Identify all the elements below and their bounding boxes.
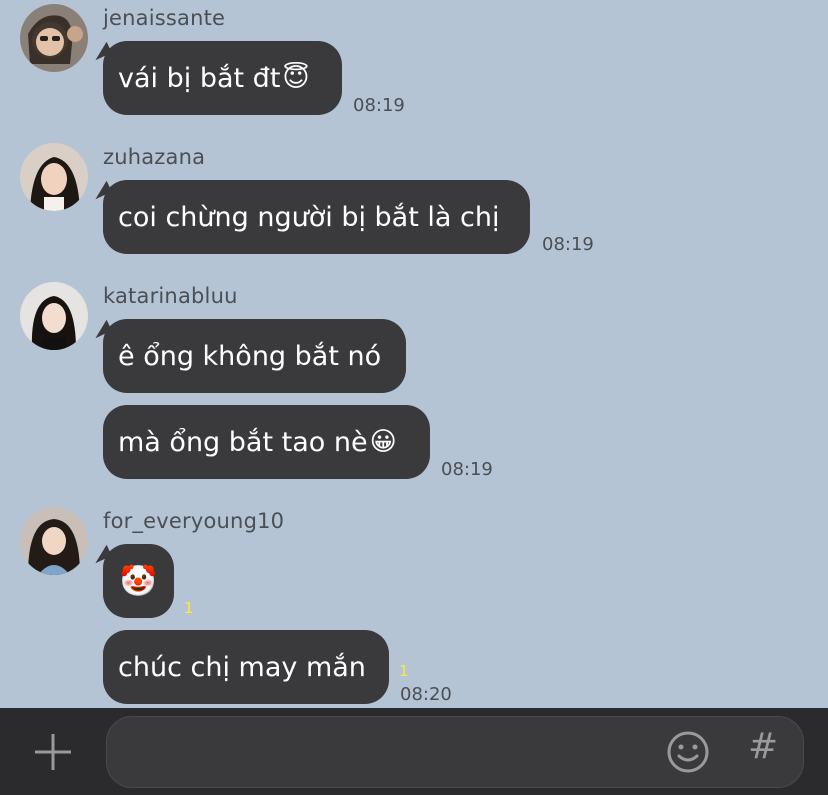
message-text: ê ổng không bắt nó bbox=[118, 340, 382, 372]
emoji-clown: 🤡 bbox=[119, 563, 158, 599]
avatar-jenaissante[interactable] bbox=[20, 4, 88, 72]
emoji-halo: 😇 bbox=[282, 63, 310, 93]
message-bubble[interactable]: chúc chị may mắn bbox=[103, 630, 389, 704]
avatar-katarinabluu[interactable] bbox=[20, 282, 88, 350]
message-time: 08:19 bbox=[353, 95, 405, 116]
sender-name: katarinabluu bbox=[103, 284, 238, 308]
message-bubble[interactable]: vái bị bắt đt 😇 bbox=[103, 41, 342, 115]
emoji-grin: 😀 bbox=[369, 427, 397, 457]
message-bubble[interactable]: coi chừng người bị bắt là chị bbox=[103, 180, 530, 254]
message-bubble[interactable]: mà ổng bắt tao nè 😀 bbox=[103, 405, 430, 479]
message-text: chúc chị may mắn bbox=[118, 651, 366, 683]
avatar-zuhazana[interactable] bbox=[20, 143, 88, 211]
message-time: 08:19 bbox=[542, 234, 594, 255]
sender-name: zuhazana bbox=[103, 145, 206, 169]
message-text: coi chừng người bị bắt là chị bbox=[118, 201, 500, 233]
message-text: mà ổng bắt tao nè bbox=[118, 426, 368, 458]
chat-area[interactable]: jenaissante vái bị bắt đt 😇 08:19 zuhazan… bbox=[0, 0, 828, 708]
message-time: 08:19 bbox=[441, 459, 493, 480]
message-bubble[interactable]: ê ổng không bắt nó bbox=[103, 319, 406, 393]
smiley-icon[interactable] bbox=[666, 730, 710, 774]
plus-icon[interactable] bbox=[33, 732, 73, 772]
message-time: 08:20 bbox=[400, 684, 452, 705]
avatar-for-everyoung10[interactable] bbox=[20, 507, 88, 575]
hashtag-button[interactable]: # bbox=[748, 726, 778, 767]
unread-count: 1 bbox=[399, 662, 409, 680]
message-text: vái bị bắt đt bbox=[118, 62, 281, 94]
sender-name: jenaissante bbox=[103, 6, 226, 30]
sender-name: for_everyoung10 bbox=[103, 509, 285, 533]
unread-count: 1 bbox=[184, 599, 194, 617]
message-bubble[interactable]: 🤡 bbox=[103, 544, 174, 618]
